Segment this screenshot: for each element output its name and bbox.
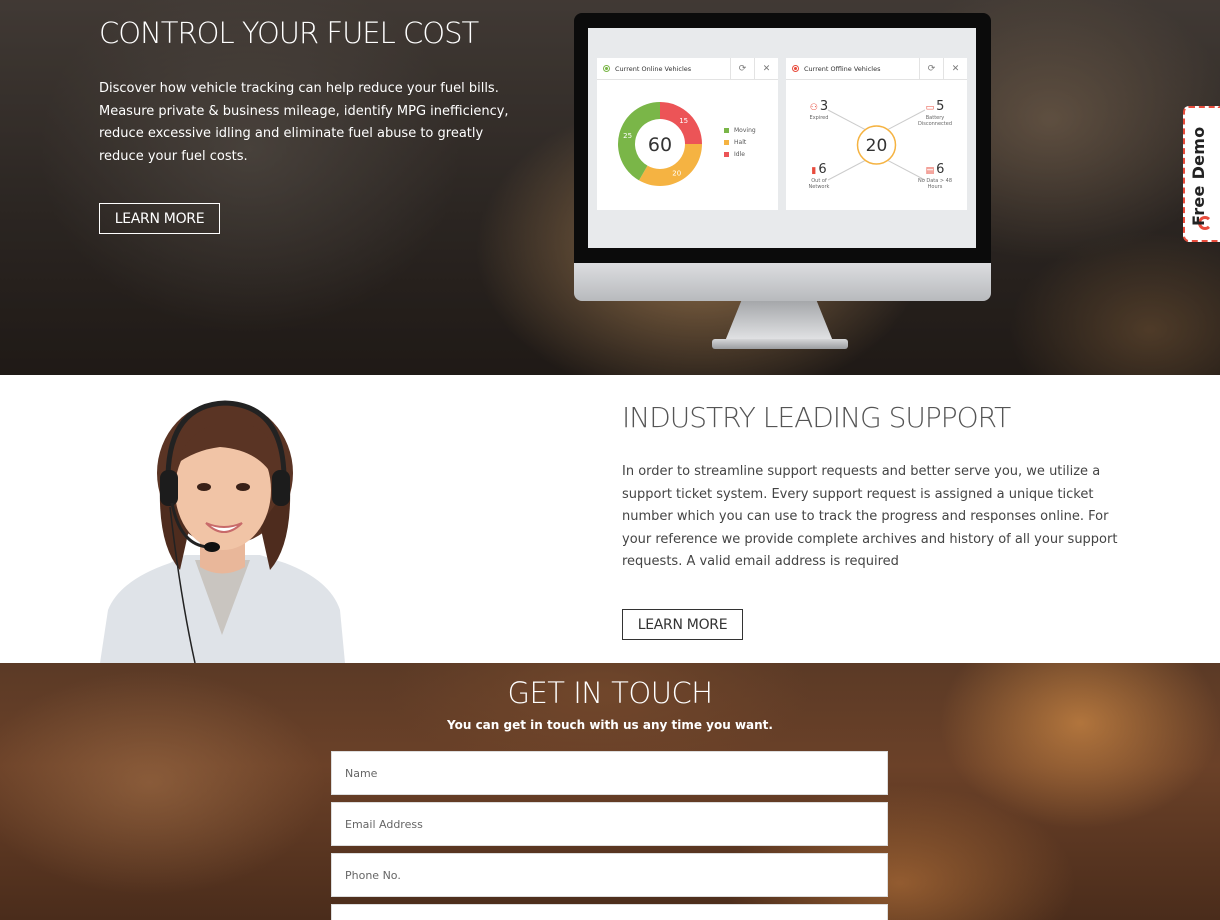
legend-moving: Moving: [724, 127, 756, 134]
online-status-icon: [603, 65, 610, 72]
legend-idle: Idle: [724, 151, 756, 158]
name-input[interactable]: [331, 751, 888, 795]
support-agent-photo: [100, 400, 345, 663]
online-panel-title: Current Online Vehicles: [615, 64, 692, 73]
contact-title: GET IN TOUCH: [507, 676, 713, 710]
offline-vehicles-panel: Current Offline Vehicles ⟳ ✕ 20 ⚇ 3 Expir…: [786, 57, 967, 210]
hero-description: Discover how vehicle tracking can help r…: [99, 81, 509, 164]
close-icon[interactable]: ✕: [754, 57, 778, 80]
support-section: INDUSTRY LEADING SUPPORT In order to str…: [0, 375, 1220, 663]
offline-battery: ▭ 5 Battery Disconnected: [917, 99, 953, 128]
hero-title: CONTROL YOUR FUEL COST: [99, 16, 479, 50]
offline-status-icon: [792, 65, 799, 72]
offline-no-data: ▤ 6 No Data > 48 Hours: [917, 162, 953, 191]
donut-total: 60: [648, 134, 672, 156]
message-input[interactable]: [331, 904, 888, 920]
donut-label-idle: 15: [679, 117, 688, 125]
refresh-icon[interactable]: ⟳: [730, 57, 754, 80]
phone-input[interactable]: [331, 853, 888, 897]
offline-total: 20: [866, 136, 888, 156]
online-vehicles-panel: Current Online Vehicles ⟳ ✕ 15 20 25 60 Mov…: [597, 57, 778, 210]
monitor-chin: [574, 263, 991, 301]
monitor-illustration: Current Online Vehicles ⟳ ✕ 15 20 25 60 Mov…: [574, 13, 991, 349]
email-input[interactable]: [331, 802, 888, 846]
hero-section: CONTROL YOUR FUEL COST Discover how vehi…: [0, 0, 1220, 375]
online-legend: Moving Halt Idle: [724, 127, 756, 163]
support-description: In order to streamline support requests …: [622, 464, 1118, 569]
refresh-icon[interactable]: ⟳: [919, 57, 943, 80]
free-demo-tab[interactable]: Free Demo: [1183, 106, 1220, 242]
offline-out-of-network: ▮ 6 Out of Network: [808, 162, 830, 191]
offline-expired: ⚇ 3 Expired: [809, 99, 829, 122]
close-icon[interactable]: ✕: [943, 57, 967, 80]
hero-learn-more-button[interactable]: LEARN MORE: [99, 203, 220, 234]
support-title: INDUSTRY LEADING SUPPORT: [622, 401, 1011, 434]
online-panel-header: Current Online Vehicles ⟳ ✕: [597, 57, 778, 80]
donut-label-halt: 20: [672, 170, 681, 178]
support-learn-more-button[interactable]: LEARN MORE: [622, 609, 743, 640]
offline-panel-title: Current Offline Vehicles: [804, 64, 881, 73]
offline-panel-header: Current Offline Vehicles ⟳ ✕: [786, 57, 967, 80]
monitor-screen: Current Online Vehicles ⟳ ✕ 15 20 25 60 Mov…: [588, 28, 976, 248]
contact-subtitle: You can get in touch with us any time yo…: [447, 718, 773, 732]
monitor-foot: [712, 339, 848, 349]
donut-label-moving: 25: [623, 132, 632, 140]
free-demo-label: Free Demo: [1189, 126, 1208, 226]
contact-section: GET IN TOUCH You can get in touch with u…: [0, 663, 1220, 920]
legend-halt: Halt: [724, 139, 756, 146]
